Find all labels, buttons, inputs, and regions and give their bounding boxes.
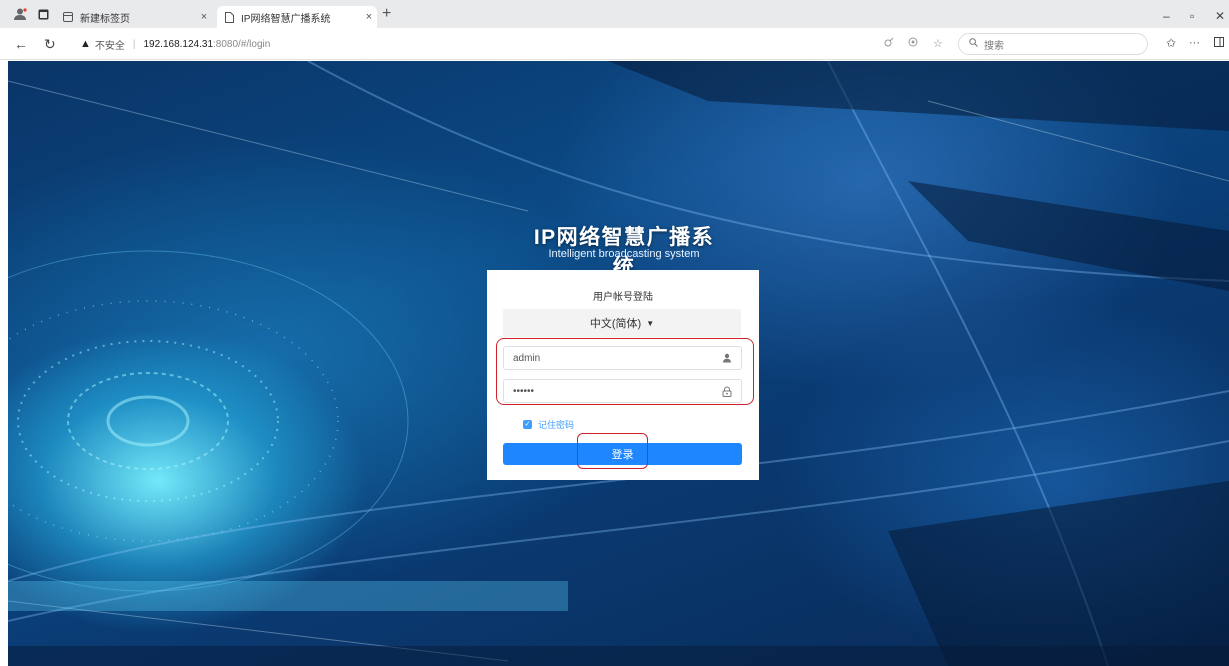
- search-icon: [969, 38, 978, 50]
- tab-actions-icon[interactable]: [36, 7, 50, 21]
- checkbox-checked-icon[interactable]: ✓: [523, 420, 532, 429]
- language-value: 中文(简体): [589, 318, 642, 330]
- browser-toolbar: ← ↻ ▲ 不安全 | 192.168.124.31 :8080/#/login…: [0, 28, 1229, 60]
- tab-title: 新建标签页: [80, 13, 130, 25]
- read-aloud-icon[interactable]: [884, 37, 894, 50]
- tab-broadcast-system[interactable]: IP网络智慧广播系统 ×: [217, 6, 377, 28]
- tab-title: IP网络智慧广播系统: [241, 13, 331, 25]
- login-card: 用户帐号登陆 中文(简体) ▼ ✓ 记住密码 登录: [487, 270, 759, 480]
- workspaces-icon: [62, 11, 74, 23]
- new-tab-button[interactable]: +: [382, 5, 391, 23]
- favorites-icon[interactable]: ✩: [1166, 36, 1176, 50]
- search-placeholder: 搜索: [984, 40, 1004, 52]
- profile-icon[interactable]: [12, 6, 28, 22]
- tab-new-tab[interactable]: 新建标签页 ×: [62, 6, 212, 28]
- username-input[interactable]: [513, 352, 713, 364]
- warning-icon[interactable]: ▲: [80, 38, 91, 50]
- language-select[interactable]: 中文(简体) ▼: [503, 309, 741, 337]
- tab-close-icon[interactable]: ×: [361, 11, 377, 23]
- close-window-button[interactable]: ✕: [1215, 9, 1225, 23]
- system-subtitle: Intelligent broadcasting system: [548, 248, 700, 260]
- restore-button[interactable]: ▫: [1190, 9, 1194, 23]
- search-input[interactable]: 搜索: [958, 33, 1148, 55]
- minimize-button[interactable]: –: [1163, 9, 1170, 23]
- remember-password-checkbox[interactable]: ✓ 记住密码: [523, 418, 574, 431]
- user-icon: [721, 352, 733, 364]
- url-path: :8080/#/login: [213, 38, 271, 50]
- username-field[interactable]: [503, 346, 742, 370]
- refresh-icon[interactable]: ↻: [44, 36, 56, 53]
- login-card-title: 用户帐号登陆: [593, 292, 653, 303]
- password-input[interactable]: [513, 385, 713, 397]
- address-bar[interactable]: ▲ 不安全 | 192.168.124.31 :8080/#/login: [70, 32, 960, 56]
- remember-password-label[interactable]: 记住密码: [538, 418, 574, 431]
- security-warning[interactable]: 不安全: [95, 37, 125, 52]
- caret-down-icon: ▼: [646, 318, 655, 328]
- browser-tab-bar: 新建标签页 × IP网络智慧广播系统 × + – ▫ ✕: [0, 0, 1229, 28]
- more-icon[interactable]: ···: [1189, 37, 1200, 49]
- url-separator: |: [132, 38, 136, 50]
- url-host: 192.168.124.31: [143, 38, 214, 50]
- back-icon[interactable]: ←: [14, 36, 28, 52]
- login-button-highlight-box: [577, 433, 648, 469]
- extensions-icon[interactable]: [908, 37, 918, 50]
- favorite-star-icon[interactable]: ☆: [933, 37, 943, 50]
- tab-close-icon[interactable]: ×: [196, 11, 212, 23]
- sidebar-icon[interactable]: [1214, 37, 1224, 50]
- password-field[interactable]: [503, 379, 742, 403]
- lock-icon: [721, 385, 733, 397]
- page-icon: [223, 11, 235, 23]
